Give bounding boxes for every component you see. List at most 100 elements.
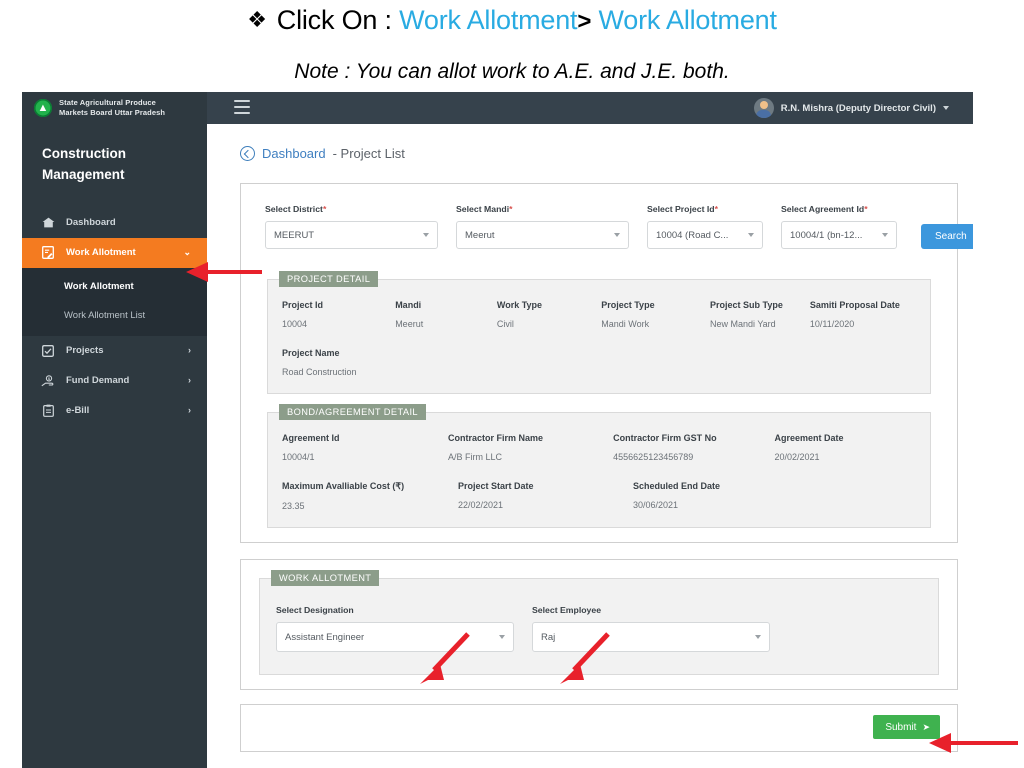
project-id-select[interactable]: 10004 (Road C... (647, 221, 763, 249)
main-content: Dashboard - Project List Select District… (207, 124, 973, 768)
instruction-link-2: Work Allotment (598, 5, 777, 35)
cell-value: 10/11/2020 (809, 319, 855, 329)
sidebar-item-label: Work Allotment (66, 247, 136, 259)
bond-detail-row-1: Agreement Id 10004/1 Contractor Firm Nam… (282, 433, 916, 462)
sidebar-item-dashboard[interactable]: Dashboard (22, 208, 207, 238)
chevron-down-icon (882, 233, 888, 237)
detail-cell-agreement-date: Agreement Date 20/02/2021 (774, 433, 916, 462)
filter-row: Select District* MEERUT Select Mandi* Me… (255, 200, 973, 261)
checkbox-icon (40, 344, 56, 357)
sidebar-title-line-1: Construction (42, 146, 126, 161)
cell-label: Project Start Date (458, 481, 534, 491)
chevron-down-icon (499, 635, 505, 639)
chevron-right-icon: › (188, 345, 191, 356)
cell-value: 23.35 (282, 501, 305, 511)
sidebar-item-e-bill[interactable]: e-Bill › (22, 396, 207, 426)
brand-block: ▲ State Agricultural Produce Markets Boa… (22, 92, 207, 124)
hamburger-menu-icon[interactable] (234, 100, 250, 114)
avatar (753, 98, 774, 118)
sidebar-item-fund-demand[interactable]: $ Fund Demand › (22, 366, 207, 396)
district-select[interactable]: MEERUT (265, 221, 438, 249)
field-employee-label: Select Employee (532, 605, 602, 615)
designation-select-value: Assistant Engineer (285, 631, 365, 643)
svg-text:$: $ (48, 377, 50, 381)
org-logo-icon: ▲ (34, 99, 52, 117)
required-marker: * (864, 204, 868, 214)
work-allotment-title: WORK ALLOTMENT (271, 570, 380, 586)
field-agreement-id: Select Agreement Id* 10004/1 (bn-12... (781, 204, 897, 249)
field-district: Select District* MEERUT (265, 204, 438, 249)
chevron-right-icon: › (188, 405, 191, 416)
work-allotment-section: WORK ALLOTMENT Select Designation Assist… (259, 570, 939, 675)
bullet-glyph: ❖ (247, 7, 267, 32)
user-menu[interactable]: R.N. Mishra (Deputy Director Civil) (753, 92, 949, 124)
home-icon (40, 217, 56, 228)
cell-label: Contractor Firm GST No (613, 433, 717, 443)
cell-value: 22/02/2021 (458, 500, 504, 510)
cell-value: 10004 (282, 319, 308, 329)
submit-button[interactable]: Submit ➤ (873, 715, 940, 739)
slide-root: ❖ Click On : Work Allotment> Work Allotme… (0, 0, 1024, 768)
top-bar: ▲ State Agricultural Produce Markets Boa… (22, 92, 973, 124)
sidebar-item-label: e-Bill (66, 405, 90, 417)
chevron-right-icon: › (188, 375, 191, 386)
detail-cell-scheduled-end-date: Scheduled End Date 30/06/2021 (633, 481, 804, 511)
brand-line-2: Markets Board Uttar Pradesh (59, 108, 166, 117)
search-button[interactable]: Search (921, 224, 973, 249)
cell-label: Work Type (496, 300, 543, 310)
work-allotment-fields-row: Select Designation Assistant Engineer Se… (272, 597, 926, 662)
clipboard-icon (40, 404, 56, 418)
cell-label: Scheduled End Date (633, 481, 721, 491)
cell-value: Meerut (395, 319, 424, 329)
field-designation: Select Designation Assistant Engineer (276, 605, 514, 652)
designation-select[interactable]: Assistant Engineer (276, 622, 514, 652)
cell-label: Project Id (282, 300, 324, 310)
detail-cell-mandi: Mandi Meerut (395, 300, 497, 329)
employee-select[interactable]: Raj (532, 622, 770, 652)
detail-cell-maximum-available-cost: Maximum Avalliable Cost (₹) 23.35 (282, 481, 458, 511)
application-window: ▲ State Agricultural Produce Markets Boa… (22, 92, 973, 768)
cell-label: Agreement Id (282, 433, 340, 443)
cell-value: 30/06/2021 (633, 500, 679, 510)
sidebar-item-label: Fund Demand (66, 375, 130, 387)
mandi-select[interactable]: Meerut (456, 221, 629, 249)
sidebar-item-work-allotment[interactable]: Work Allotment ⌄ (22, 237, 207, 268)
detail-cell-project-sub-type: Project Sub Type New Mandi Yard (710, 300, 810, 329)
project-detail-row-1: Project Id 10004 Mandi Meerut Work Type … (282, 300, 916, 329)
hand-money-icon: $ (40, 375, 56, 387)
instruction-note: Note : You can allot work to A.E. and J.… (294, 60, 730, 83)
sidebar-submenu-work-allotment: Work Allotment Work Allotment List (22, 267, 207, 336)
field-project-id: Select Project Id* 10004 (Road C... (647, 204, 763, 249)
work-allotment-panel: WORK ALLOTMENT Select Designation Assist… (240, 559, 958, 690)
cell-label: Project Sub Type (709, 300, 783, 310)
submit-panel: Submit ➤ (240, 704, 958, 752)
detail-cell-samiti-proposal-date: Samiti Proposal Date 10/11/2020 (810, 300, 916, 329)
project-detail-row-2: Project Name Road Construction (282, 348, 916, 377)
user-name-label: R.N. Mishra (Deputy Director Civil) (780, 102, 936, 114)
sidebar-subitem-work-allotment[interactable]: Work Allotment (22, 272, 207, 301)
sidebar-subitem-work-allotment-list[interactable]: Work Allotment List (22, 301, 207, 330)
field-employee: Select Employee Raj (532, 605, 770, 652)
field-designation-label: Select Designation (276, 605, 354, 615)
cell-value: 10004/1 (282, 452, 315, 462)
cell-label: Project Name (282, 348, 340, 358)
detail-cell-project-id: Project Id 10004 (282, 300, 395, 329)
sidebar-subitem-label: Work Allotment (64, 280, 134, 292)
field-project-id-label: Select Project Id* (647, 204, 718, 214)
agreement-id-select[interactable]: 10004/1 (bn-12... (781, 221, 897, 249)
chevron-down-icon (423, 233, 429, 237)
sidebar-menu: Dashboard Work Allotment ⌄ Work Allotmen… (22, 208, 207, 426)
cell-value: Road Construction (282, 367, 357, 377)
cell-label: Mandi (395, 300, 422, 310)
cell-label: Project Type (601, 300, 655, 310)
arrow-right-icon: ➤ (922, 721, 930, 732)
breadcrumb-link-dashboard[interactable]: Dashboard (262, 146, 326, 161)
sidebar-item-projects[interactable]: Projects › (22, 336, 207, 366)
employee-select-value: Raj (541, 631, 556, 643)
chevron-down-icon (614, 233, 620, 237)
project-search-panel: Select District* MEERUT Select Mandi* Me… (240, 183, 973, 543)
detail-cell-agreement-id: Agreement Id 10004/1 (282, 433, 448, 462)
sidebar-title-line-2: Management (42, 166, 125, 182)
cell-label: Maximum Avalliable Cost (₹) (282, 481, 405, 491)
back-circle-icon[interactable] (240, 146, 255, 161)
